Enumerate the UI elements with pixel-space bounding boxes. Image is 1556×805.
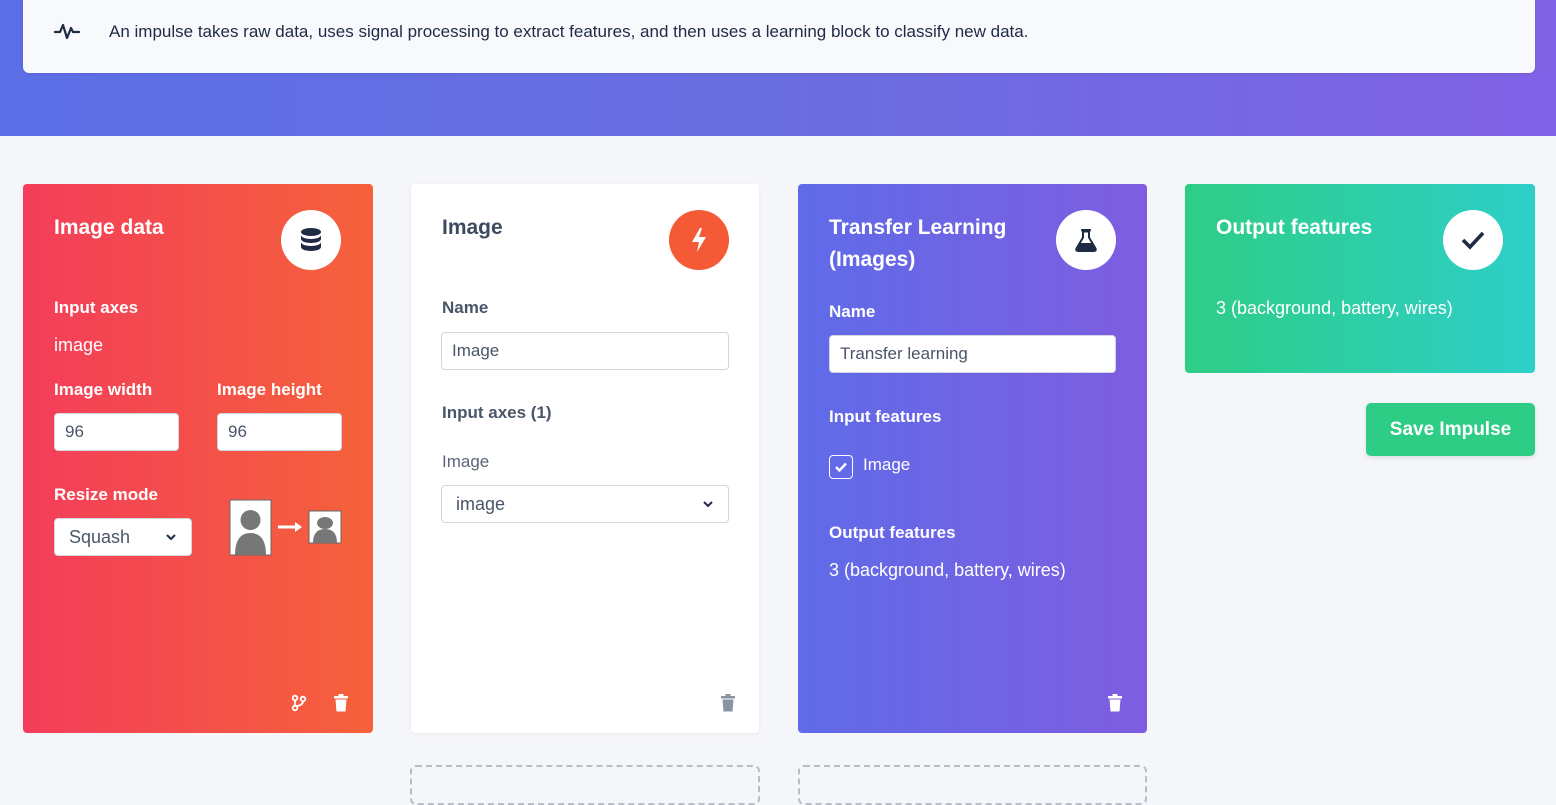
- processing-name-input[interactable]: [441, 332, 729, 370]
- impulse-info-bar: An impulse takes raw data, uses signal p…: [23, 0, 1535, 73]
- resize-mode-label: Resize mode: [54, 485, 158, 504]
- learning-output-features-label: Output features: [829, 523, 956, 542]
- resize-mode-value: Squash: [69, 526, 131, 547]
- database-icon: [281, 210, 341, 270]
- add-learning-block-placeholder[interactable]: [798, 765, 1147, 805]
- pulse-icon: [53, 23, 81, 40]
- processing-block-card: Image Name Input axes (1) Image image: [411, 184, 759, 733]
- input-axes-label: Input axes: [54, 298, 139, 317]
- bolt-icon: [669, 210, 729, 270]
- input-block-card: Image data Input axes image Image width …: [23, 184, 373, 733]
- learning-block-title: Transfer Learning (Images): [829, 216, 1007, 271]
- output-block-card: Output features 3 (background, battery, …: [1185, 184, 1535, 373]
- image-width-input[interactable]: [54, 413, 179, 451]
- resize-preview-icon: [229, 499, 342, 556]
- resize-mode-select[interactable]: Squash: [54, 518, 192, 556]
- image-height-input[interactable]: [217, 413, 342, 451]
- input-feature-checkbox[interactable]: [829, 455, 853, 479]
- image-height-label: Image height: [217, 380, 322, 399]
- learning-output-features-value: 3 (background, battery, wires): [829, 560, 1066, 580]
- processing-block-title: Image: [442, 216, 503, 239]
- output-block-title: Output features: [1216, 216, 1373, 239]
- processing-axis-select[interactable]: image: [441, 485, 729, 523]
- chevron-down-icon: [166, 534, 176, 541]
- check-icon: [835, 462, 847, 473]
- flask-icon: [1056, 210, 1116, 270]
- trash-icon[interactable]: [1107, 694, 1123, 712]
- processing-input-axes-label: Input axes (1): [442, 403, 552, 422]
- impulse-description: An impulse takes raw data, uses signal p…: [109, 22, 1029, 41]
- learning-block-card: Transfer Learning (Images) Name Input fe…: [798, 184, 1147, 733]
- image-width-label: Image width: [54, 380, 153, 399]
- output-features-value: 3 (background, battery, wires): [1216, 298, 1453, 318]
- input-block-title: Image data: [54, 216, 164, 239]
- input-axes-value: image: [54, 335, 104, 355]
- add-processing-block-placeholder[interactable]: [410, 765, 760, 805]
- trash-icon[interactable]: [720, 694, 736, 712]
- learning-name-label: Name: [829, 302, 876, 321]
- check-icon: [1443, 210, 1503, 270]
- branch-icon[interactable]: [291, 694, 307, 712]
- trash-icon[interactable]: [333, 694, 349, 712]
- learning-name-input[interactable]: [829, 335, 1116, 373]
- chevron-down-icon: [703, 501, 713, 508]
- input-feature-item: Image: [863, 455, 911, 474]
- input-features-label: Input features: [829, 407, 942, 426]
- processing-image-label: Image: [442, 452, 490, 471]
- save-impulse-button[interactable]: Save Impulse: [1366, 403, 1535, 456]
- processing-axis-value: image: [456, 493, 506, 514]
- processing-name-label: Name: [442, 298, 489, 317]
